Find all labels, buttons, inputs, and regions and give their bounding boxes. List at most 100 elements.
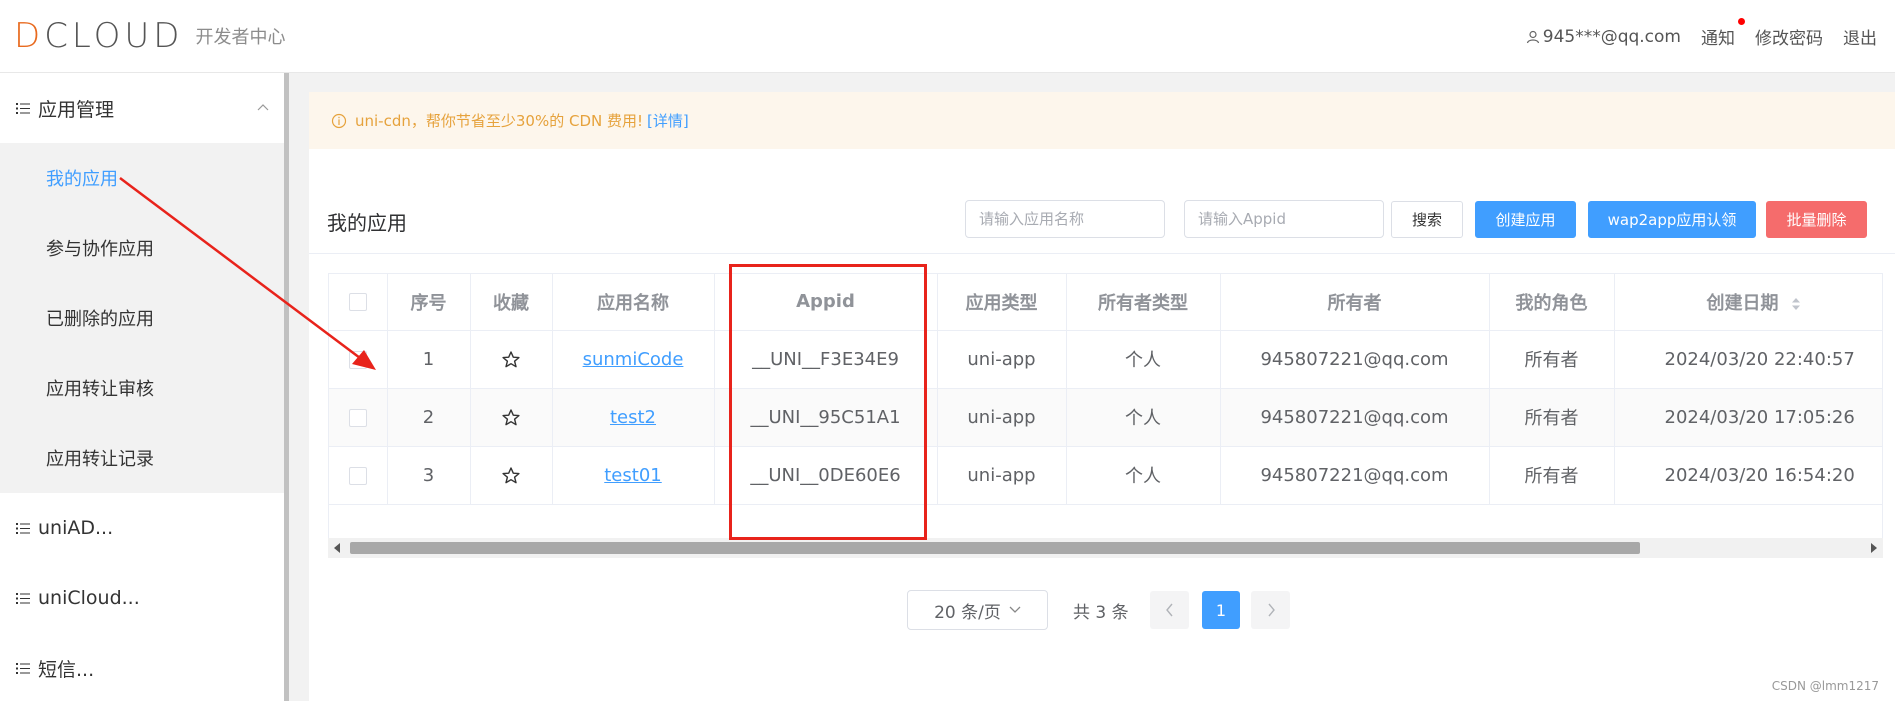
sidebar-submenu: 我的应用 参与协作应用 已删除的应用 应用转让审核 应用转让记录 [0, 143, 285, 493]
column-header-created-date[interactable]: 创建日期 [1614, 274, 1882, 331]
column-header-owner: 所有者 [1220, 274, 1490, 331]
created-date-cell: 2024/03/20 17:05:26 [1614, 388, 1882, 447]
row-checkbox[interactable] [348, 408, 367, 427]
page-size-value: 20 条/页 [934, 602, 1001, 623]
favorite-cell [470, 388, 553, 447]
chevron-down-icon [1009, 606, 1021, 613]
sidebar-item-deleted-apps[interactable]: 已删除的应用 [0, 283, 285, 353]
cdn-notice: uni-cdn，帮你节省至少30%的 CDN 费用! [详情] [309, 92, 1895, 149]
wap2app-claim-button[interactable]: wap2app应用认领 [1588, 201, 1756, 238]
column-header-owner-type: 所有者类型 [1066, 274, 1221, 331]
create-app-button[interactable]: 创建应用 [1475, 201, 1576, 238]
app-name-link[interactable]: test2 [610, 407, 656, 428]
appid-cell: __UNI__F3E34E9 [714, 330, 938, 389]
row-index: 2 [387, 388, 471, 447]
app-name-cell: test2 [552, 388, 715, 447]
app-type-cell: uni-app [937, 388, 1067, 447]
sidebar-scrollbar[interactable] [284, 73, 289, 701]
row-select-cell [329, 388, 388, 447]
app-name-search-input[interactable] [965, 200, 1165, 238]
pagination-total: 共 3 条 [1073, 603, 1129, 623]
star-icon[interactable] [501, 466, 521, 486]
sidebar-item-label: 已删除的应用 [46, 309, 154, 330]
logo-mark: DCLOUD [14, 16, 184, 56]
app-name-cell: sunmiCode [552, 330, 715, 389]
search-button[interactable]: 搜索 [1391, 201, 1463, 238]
sidebar-item-my-apps[interactable]: 我的应用 [0, 143, 285, 213]
appid-search-input[interactable] [1184, 200, 1384, 238]
page-title: 我的应用 [327, 211, 407, 235]
owner-cell: 945807221@qq.com [1220, 330, 1490, 389]
sidebar-item-label: 我的应用 [46, 169, 118, 190]
sidebar-item-label: 参与协作应用 [46, 239, 154, 260]
table-row: 3 test01 __UNI__0DE60E6 uni-app 个人 94580… [329, 446, 1882, 505]
row-index: 3 [387, 446, 471, 505]
app-type-cell: uni-app [937, 446, 1067, 505]
page-size-select[interactable]: 20 条/页 [907, 590, 1048, 630]
user-icon [1526, 30, 1539, 43]
column-header-index: 序号 [387, 274, 471, 331]
row-select-cell [329, 446, 388, 505]
logo-subtitle: 开发者中心 [195, 27, 286, 48]
notify-link[interactable]: 通知 [1701, 18, 1745, 49]
list-icon [16, 592, 30, 604]
list-icon [16, 662, 30, 674]
role-cell: 所有者 [1489, 330, 1615, 389]
app-name-link[interactable]: test01 [604, 465, 661, 486]
user-area: 945***@qq.com 通知 修改密码 退出 [1506, 18, 1877, 49]
table-row: 2 test2 __UNI__95C51A1 uni-app 个人 945807… [329, 388, 1882, 447]
owner-type-cell: 个人 [1066, 388, 1221, 447]
favorite-cell [470, 330, 553, 389]
scroll-left-arrow-icon[interactable] [334, 543, 340, 553]
owner-cell: 945807221@qq.com [1220, 388, 1490, 447]
sidebar-group-app-management[interactable]: 应用管理 [0, 73, 285, 143]
role-cell: 所有者 [1489, 388, 1615, 447]
scrollbar-thumb[interactable] [350, 542, 1640, 554]
sidebar-group-unicloud[interactable]: uniCloud... [0, 563, 285, 633]
top-header: DCLOUD 开发者中心 945***@qq.com 通知 修改密码 退出 [0, 0, 1895, 73]
star-icon[interactable] [501, 408, 521, 428]
select-all-checkbox[interactable] [348, 293, 367, 312]
row-select-cell [329, 330, 388, 389]
sidebar-item-collab-apps[interactable]: 参与协作应用 [0, 213, 285, 283]
row-checkbox[interactable] [348, 350, 367, 369]
column-header-favorite: 收藏 [470, 274, 553, 331]
page-number-current[interactable]: 1 [1202, 591, 1240, 629]
sidebar-item-transfer-review[interactable]: 应用转让审核 [0, 353, 285, 423]
table-row: 1 sunmiCode __UNI__F3E34E9 uni-app 个人 94… [329, 330, 1882, 389]
list-icon [16, 522, 30, 534]
prev-page-button[interactable] [1150, 591, 1189, 629]
next-page-button[interactable] [1251, 591, 1290, 629]
owner-type-cell: 个人 [1066, 330, 1221, 389]
app-root: DCLOUD 开发者中心 945***@qq.com 通知 修改密码 退出 应用… [0, 0, 1895, 701]
user-menu[interactable]: 945***@qq.com [1526, 27, 1681, 47]
sidebar-group-label: 短信... [38, 658, 95, 681]
notice-details-link[interactable]: [详情] [647, 110, 689, 131]
batch-delete-button[interactable]: 批量删除 [1766, 201, 1867, 238]
sidebar-item-transfer-records[interactable]: 应用转让记录 [0, 423, 285, 493]
sidebar-group-sms[interactable]: 短信... [0, 633, 285, 701]
app-name-cell: test01 [552, 446, 715, 505]
owner-type-cell: 个人 [1066, 446, 1221, 505]
sidebar: 应用管理 我的应用 参与协作应用 已删除的应用 应用转让审核 应用转让记录 un… [0, 73, 285, 701]
sidebar-group-uniad[interactable]: uniAD... [0, 493, 285, 563]
column-header-app-type: 应用类型 [937, 274, 1067, 331]
app-name-link[interactable]: sunmiCode [583, 349, 684, 370]
notify-label: 通知 [1701, 29, 1735, 49]
table-horizontal-scrollbar[interactable] [328, 538, 1883, 558]
appid-cell: __UNI__95C51A1 [714, 388, 938, 447]
scroll-right-arrow-icon[interactable] [1871, 543, 1877, 553]
star-icon[interactable] [501, 350, 521, 370]
logout-link[interactable]: 退出 [1843, 24, 1877, 49]
row-checkbox[interactable] [348, 466, 367, 485]
column-header-app-name: 应用名称 [552, 274, 715, 331]
dcloud-logo[interactable]: DCLOUD 开发者中心 [14, 16, 286, 56]
sort-icon[interactable] [1791, 297, 1801, 311]
created-date-cell: 2024/03/20 22:40:57 [1614, 330, 1882, 389]
chevron-right-icon [1267, 603, 1275, 617]
change-password-link[interactable]: 修改密码 [1755, 24, 1823, 49]
chevron-left-icon [1165, 603, 1173, 617]
sidebar-group-label: uniCloud... [38, 587, 140, 609]
column-header-my-role: 我的角色 [1489, 274, 1615, 331]
sidebar-group-label: 应用管理 [38, 98, 115, 121]
